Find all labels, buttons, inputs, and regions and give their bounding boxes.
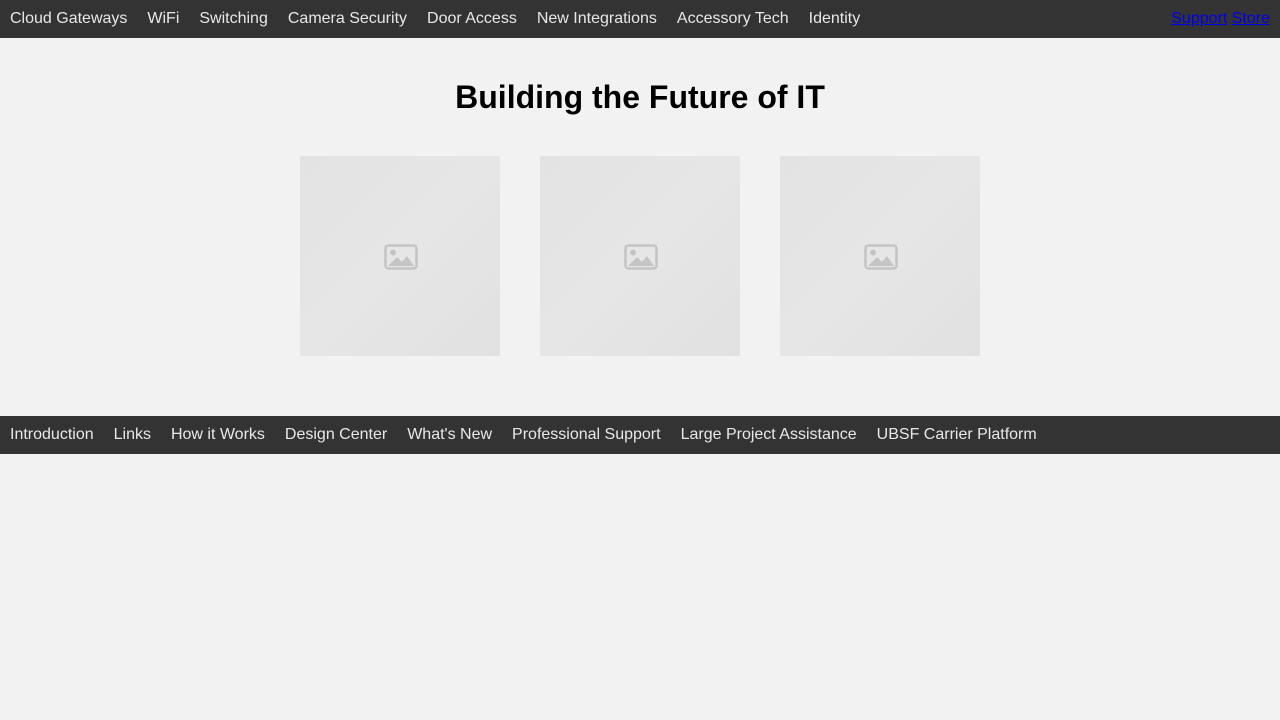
broken-image-icon [624,244,658,270]
top-nav-bar: Cloud Gateways WiFi Switching Camera Sec… [0,0,1280,38]
top-nav-item-identity[interactable]: Identity [799,0,871,38]
top-nav-item-camera-security[interactable]: Camera Security [278,0,417,38]
broken-image-icon [384,244,418,270]
bottom-nav-item-professional-support[interactable]: Professional Support [502,416,671,454]
bottom-nav-item-links[interactable]: Links [104,416,161,454]
bottom-nav-item-large-project-assistance[interactable]: Large Project Assistance [671,416,867,454]
hero-image-2 [540,156,740,356]
bottom-nav-bar: Introduction Links How it Works Design C… [0,416,1280,454]
bottom-nav-item-design-center[interactable]: Design Center [275,416,397,454]
bottom-nav-item-whats-new[interactable]: What's New [397,416,502,454]
bottom-nav-item-introduction[interactable]: Introduction [0,416,104,454]
page-title: Building the Future of IT [455,79,825,115]
broken-image-icon [864,244,898,270]
top-nav-links: Cloud Gateways WiFi Switching Camera Sec… [0,0,870,38]
top-nav-item-wifi[interactable]: WiFi [137,0,189,38]
hero-image-1 [300,156,500,356]
bottom-nav-item-how-it-works[interactable]: How it Works [161,416,275,454]
image-row [300,156,980,356]
top-nav-item-cloud-gateways[interactable]: Cloud Gateways [0,0,137,38]
hero-section: Building the Future of IT [0,38,1280,416]
bottom-nav-item-ubsf-carrier-platform[interactable]: UBSF Carrier Platform [867,416,1047,454]
support-link[interactable]: Support [1171,0,1227,38]
top-nav-right-links: Support Store [1171,0,1270,38]
top-nav-item-switching[interactable]: Switching [189,0,277,38]
store-link[interactable]: Store [1232,0,1270,38]
top-nav-item-accessory-tech[interactable]: Accessory Tech [667,0,799,38]
top-nav-item-door-access[interactable]: Door Access [417,0,527,38]
hero-image-3 [780,156,980,356]
top-nav-item-new-integrations[interactable]: New Integrations [527,0,667,38]
